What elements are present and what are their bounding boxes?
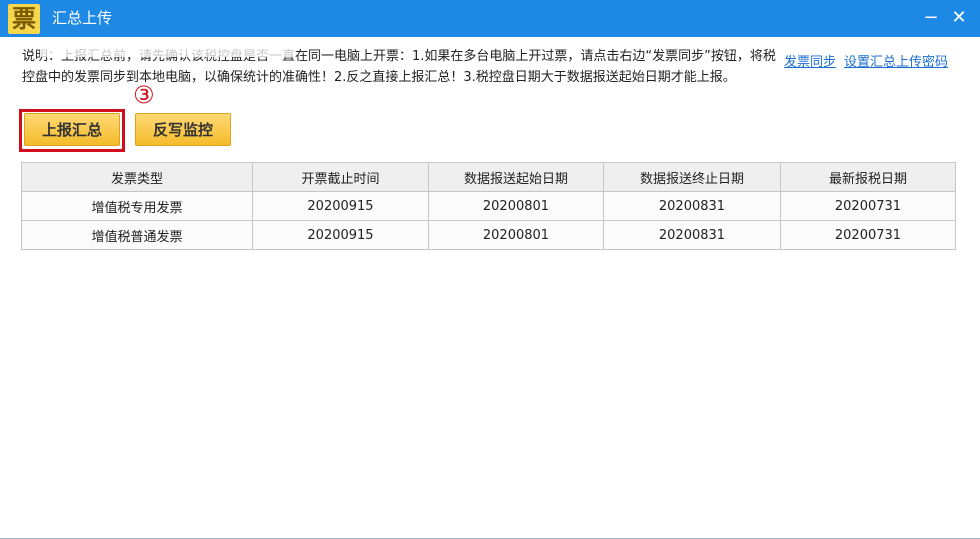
table-cell: 20200731 bbox=[779, 191, 957, 221]
close-button[interactable]: ✕ bbox=[948, 7, 970, 29]
table-row[interactable]: 增值税专用发票 20200915 20200801 20200831 20200… bbox=[21, 191, 957, 221]
column-header: 数据报送终止日期 bbox=[602, 162, 781, 192]
table-cell: 增值税普通发票 bbox=[21, 220, 253, 250]
invoice-sync-link[interactable]: 发票同步 bbox=[784, 54, 836, 72]
step-marker: ③ bbox=[133, 81, 155, 109]
table-cell: 20200915 bbox=[252, 191, 429, 221]
table-cell: 20200915 bbox=[252, 220, 429, 250]
table-cell: 20200731 bbox=[779, 220, 957, 250]
table-cell: 20200801 bbox=[427, 220, 604, 250]
invoice-data-table: 发票类型 开票截止时间 数据报送起始日期 数据报送终止日期 最新报税日期 增值税… bbox=[21, 162, 957, 250]
invoice-app-icon: 票 bbox=[8, 4, 40, 34]
column-header: 开票截止时间 bbox=[252, 162, 429, 192]
minimize-button[interactable]: − bbox=[920, 7, 942, 29]
set-upload-password-link[interactable]: 设置汇总上传密码 bbox=[844, 54, 948, 72]
column-header: 发票类型 bbox=[21, 162, 253, 192]
table-cell: 20200831 bbox=[602, 191, 781, 221]
table-header-row: 发票类型 开票截止时间 数据报送起始日期 数据报送终止日期 最新报税日期 bbox=[21, 162, 957, 192]
blurred-overlay bbox=[40, 40, 295, 57]
upload-summary-button[interactable]: 上报汇总 bbox=[24, 113, 120, 146]
column-header: 最新报税日期 bbox=[779, 162, 957, 192]
table-cell: 增值税专用发票 bbox=[21, 191, 253, 221]
window-title: 汇总上传 bbox=[52, 9, 113, 27]
table-cell: 20200831 bbox=[602, 220, 781, 250]
title-bar[interactable]: 票 汇总上传 − ✕ bbox=[0, 0, 980, 37]
write-back-monitor-button[interactable]: 反写监控 bbox=[135, 113, 231, 146]
table-row[interactable]: 增值税普通发票 20200915 20200801 20200831 20200… bbox=[21, 220, 957, 250]
table-cell: 20200801 bbox=[427, 191, 604, 221]
column-header: 数据报送起始日期 bbox=[427, 162, 604, 192]
